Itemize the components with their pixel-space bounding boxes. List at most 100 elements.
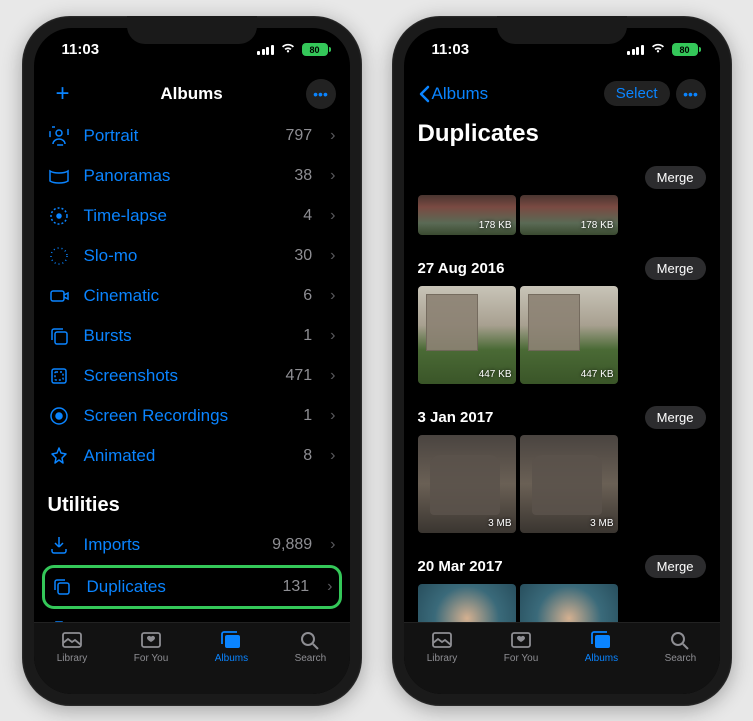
photo-thumbnail[interactable]: 3 MB bbox=[520, 435, 618, 533]
row-count: 9,889 bbox=[272, 536, 312, 554]
photo-thumbnail[interactable]: 447 KB bbox=[418, 286, 516, 384]
album-row-slomo[interactable]: Slo-mo 30 › bbox=[34, 236, 350, 276]
phone-left: 11:03 80 + Albums ••• Portrait 797 › Pan… bbox=[22, 16, 362, 706]
screenshots-icon bbox=[48, 365, 70, 387]
duplicate-group: 3 Jan 2017 Merge 3 MB3 MB bbox=[404, 406, 720, 545]
status-time: 11:03 bbox=[432, 41, 470, 58]
chevron-right-icon: › bbox=[330, 247, 335, 265]
file-size: 447 KB bbox=[581, 369, 614, 380]
animated-icon bbox=[48, 445, 70, 467]
tab-label: For You bbox=[134, 653, 168, 664]
add-button[interactable]: + bbox=[48, 79, 78, 109]
album-row-animated[interactable]: Animated 8 › bbox=[34, 436, 350, 476]
file-size: 447 KB bbox=[479, 369, 512, 380]
cellular-icon bbox=[257, 45, 274, 55]
photo-thumbnail[interactable]: 3 MB bbox=[418, 435, 516, 533]
back-label: Albums bbox=[432, 84, 489, 104]
status-time: 11:03 bbox=[62, 41, 100, 58]
tab-search[interactable]: Search bbox=[295, 629, 327, 664]
search-icon bbox=[668, 629, 692, 651]
tab-bar: Library For You Albums Search bbox=[34, 622, 350, 694]
row-count: 797 bbox=[285, 127, 312, 145]
library-icon bbox=[430, 629, 454, 651]
tab-albums[interactable]: Albums bbox=[215, 629, 248, 664]
row-count: 4 bbox=[303, 207, 312, 225]
page-title: Duplicates bbox=[404, 116, 720, 156]
photo-thumbnail[interactable]: 178 KB bbox=[520, 195, 618, 235]
back-button[interactable]: Albums bbox=[418, 84, 489, 104]
status-indicators: 80 bbox=[257, 41, 328, 58]
more-button[interactable]: ••• bbox=[676, 79, 706, 109]
tab-library[interactable]: Library bbox=[57, 629, 88, 664]
album-row-timelapse[interactable]: Time-lapse 4 › bbox=[34, 196, 350, 236]
photo-thumbnail[interactable]: 34 KB bbox=[418, 584, 516, 622]
chevron-right-icon: › bbox=[330, 127, 335, 145]
more-button[interactable]: ••• bbox=[306, 79, 336, 109]
row-count: 131 bbox=[282, 578, 309, 596]
merge-button[interactable]: Merge bbox=[645, 166, 706, 189]
chevron-right-icon: › bbox=[330, 287, 335, 305]
thumbnail-row: 3 MB 3 MB bbox=[418, 435, 706, 533]
tab-label: For You bbox=[504, 653, 538, 664]
bursts-icon bbox=[48, 325, 70, 347]
merge-button[interactable]: Merge bbox=[645, 406, 706, 429]
panorama-icon bbox=[48, 165, 70, 187]
utility-row-imports[interactable]: Imports 9,889 › bbox=[34, 525, 350, 565]
utilities-header: Utilities bbox=[34, 476, 350, 525]
row-count: 8 bbox=[303, 447, 312, 465]
row-label: Screen Recordings bbox=[84, 406, 290, 426]
search-icon bbox=[298, 629, 322, 651]
nav-bar: Albums Select ••• bbox=[404, 72, 720, 116]
duplicate-group: 20 Mar 2017 Merge 34 KB36 KB bbox=[404, 555, 720, 622]
select-button[interactable]: Select bbox=[604, 81, 670, 106]
albums-scroll[interactable]: Portrait 797 › Panoramas 38 › Time-lapse… bbox=[34, 116, 350, 622]
album-row-screenshots[interactable]: Screenshots 471 › bbox=[34, 356, 350, 396]
duplicates-scroll[interactable]: Merge 178 KB 178 KB 27 Aug 2016 Merge 447… bbox=[404, 156, 720, 622]
albums-icon bbox=[589, 629, 613, 651]
album-row-screenrec[interactable]: Screen Recordings 1 › bbox=[34, 396, 350, 436]
file-size: 3 MB bbox=[590, 518, 613, 529]
file-size: 178 KB bbox=[479, 220, 512, 231]
file-size: 3 MB bbox=[488, 518, 511, 529]
foryou-icon bbox=[509, 629, 533, 651]
cellular-icon bbox=[627, 45, 644, 55]
tab-albums[interactable]: Albums bbox=[585, 629, 618, 664]
duplicates-icon bbox=[51, 576, 73, 598]
row-label: Bursts bbox=[84, 326, 290, 346]
timelapse-icon bbox=[48, 205, 70, 227]
utility-row-duplicates[interactable]: Duplicates 131 › bbox=[42, 565, 342, 609]
photo-thumbnail[interactable]: 447 KB bbox=[520, 286, 618, 384]
row-label: Screenshots bbox=[84, 366, 272, 386]
group-date: 27 Aug 2016 bbox=[418, 260, 505, 277]
row-label: Slo-mo bbox=[84, 246, 281, 266]
merge-button[interactable]: Merge bbox=[645, 257, 706, 280]
chevron-right-icon: › bbox=[330, 207, 335, 225]
thumbnail-row: 178 KB 178 KB bbox=[418, 195, 706, 235]
chevron-right-icon: › bbox=[330, 447, 335, 465]
row-label: Portrait bbox=[84, 126, 272, 146]
photo-thumbnail[interactable]: 36 KB bbox=[520, 584, 618, 622]
screen-albums-list: 11:03 80 + Albums ••• Portrait 797 › Pan… bbox=[34, 28, 350, 694]
tab-foryou[interactable]: For You bbox=[134, 629, 168, 664]
wifi-icon bbox=[650, 41, 668, 58]
duplicate-group: Merge 178 KB 178 KB bbox=[404, 166, 720, 247]
phone-right: 11:03 80 Albums Select ••• Duplicates Me… bbox=[392, 16, 732, 706]
duplicate-group: 27 Aug 2016 Merge 447 KB 447 KB bbox=[404, 257, 720, 396]
album-row-bursts[interactable]: Bursts 1 › bbox=[34, 316, 350, 356]
album-row-portrait[interactable]: Portrait 797 › bbox=[34, 116, 350, 156]
nav-bar: + Albums ••• bbox=[34, 72, 350, 116]
row-label: Panoramas bbox=[84, 166, 281, 186]
imports-icon bbox=[48, 534, 70, 556]
photo-thumbnail[interactable]: 178 KB bbox=[418, 195, 516, 235]
notch bbox=[497, 16, 627, 44]
tab-label: Albums bbox=[215, 653, 248, 664]
merge-button[interactable]: Merge bbox=[645, 555, 706, 578]
chevron-right-icon: › bbox=[330, 167, 335, 185]
tab-foryou[interactable]: For You bbox=[504, 629, 538, 664]
utility-row-trash[interactable]: Recently Deleted 🔒 › bbox=[34, 609, 350, 622]
chevron-right-icon: › bbox=[330, 367, 335, 385]
tab-search[interactable]: Search bbox=[665, 629, 697, 664]
album-row-panorama[interactable]: Panoramas 38 › bbox=[34, 156, 350, 196]
album-row-cinematic[interactable]: Cinematic 6 › bbox=[34, 276, 350, 316]
tab-library[interactable]: Library bbox=[427, 629, 458, 664]
